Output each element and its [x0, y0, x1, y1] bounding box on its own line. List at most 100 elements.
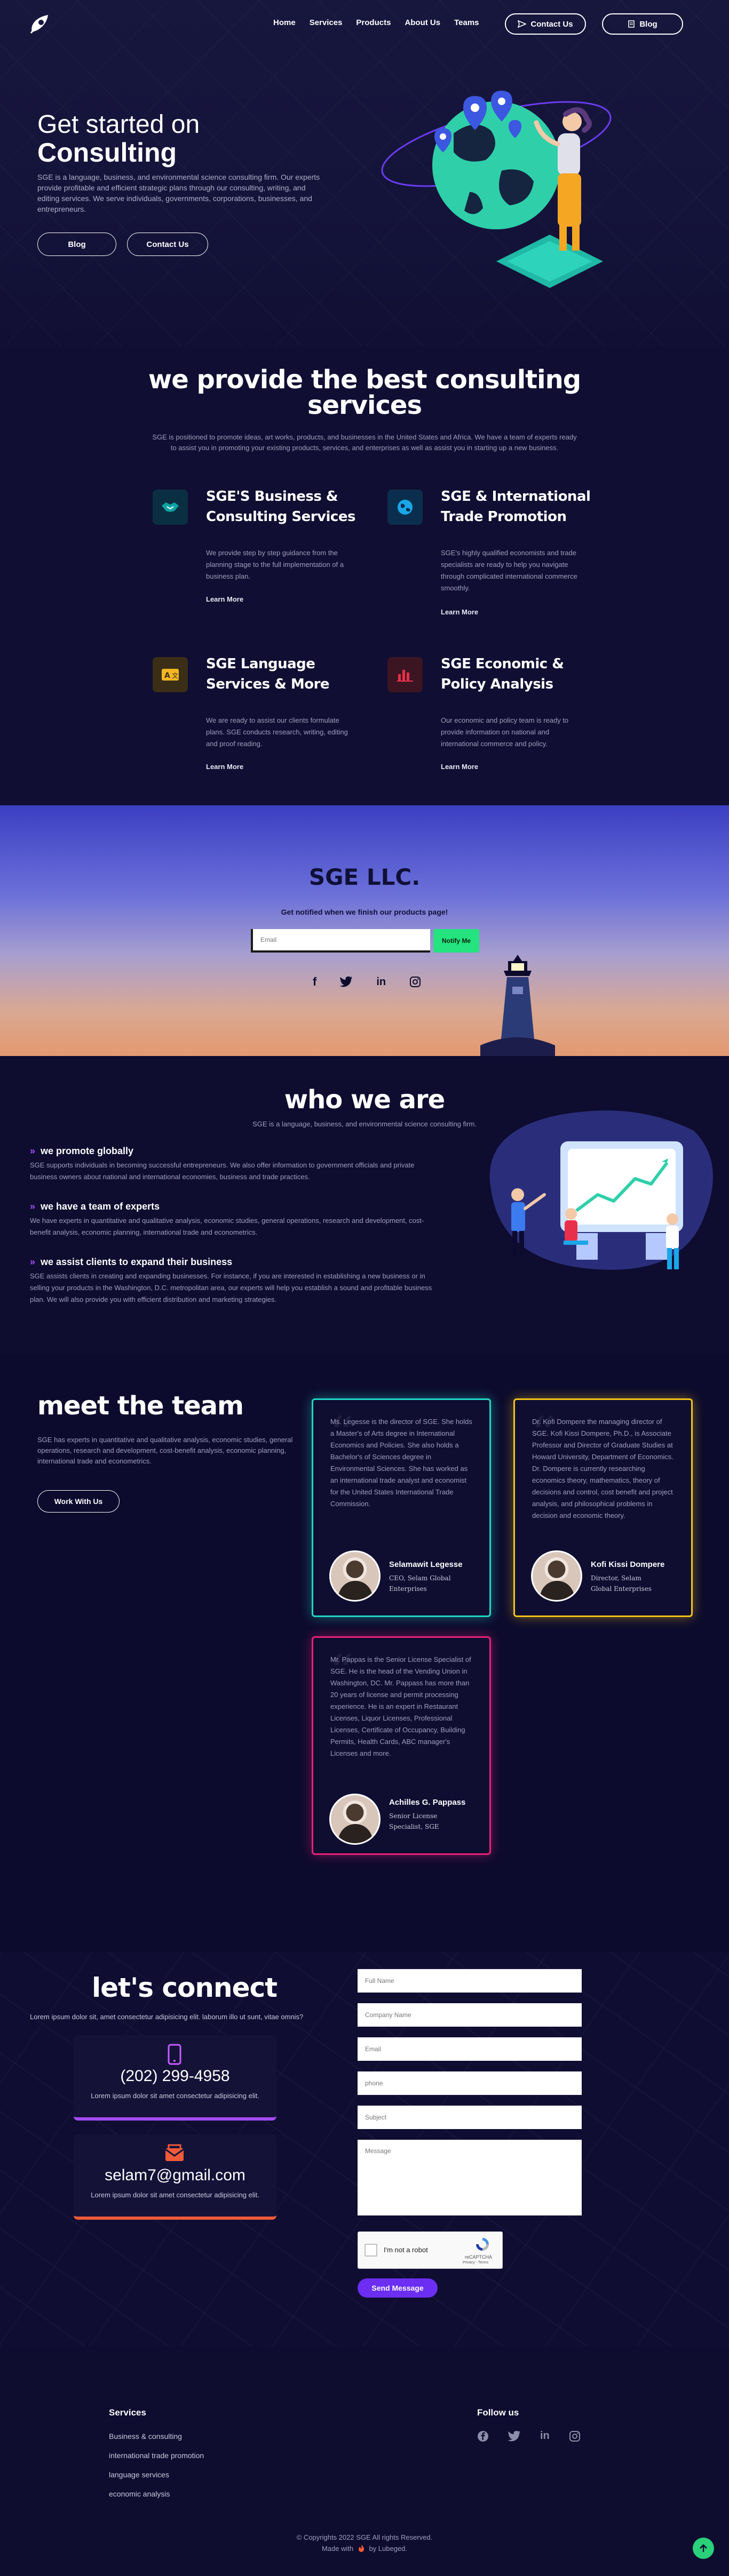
services-title: we provide the best consulting services — [0, 367, 729, 418]
message-textarea[interactable] — [358, 2140, 582, 2215]
linkedin-icon[interactable]: in — [540, 2430, 550, 2442]
contact-phone-caption: Lorem ipsum dolor sit amet consectetur a… — [91, 2092, 259, 2100]
who-item-text-expand: SGE assists clients in creating and expa… — [30, 1272, 432, 1303]
hero-title: Get started on Consulting — [37, 110, 200, 167]
bar-chart-icon — [387, 657, 423, 692]
nav-about-us[interactable]: About Us — [405, 18, 440, 27]
newsletter-subtitle: Get notified when we finish our products… — [281, 908, 448, 916]
arrow-up-icon — [700, 2544, 707, 2552]
avatar — [329, 1550, 381, 1602]
team-bio-dompere: Dr. Kofi Dompere the managing director o… — [532, 1418, 673, 1519]
newsletter-social-links: f in — [313, 975, 421, 989]
newsletter-section: SGE LLC. Get notified when we finish our… — [0, 805, 729, 1056]
service-text-language: We are ready to assist our clients formu… — [206, 716, 348, 748]
twitter-icon[interactable] — [340, 977, 353, 987]
logo-icon[interactable] — [28, 12, 52, 36]
recaptcha-brand: reCAPTCHA — [465, 2254, 493, 2260]
team-role-legesse: CEO, Selam Global Enterprises — [389, 1574, 451, 1593]
contact-phone[interactable]: (202) 299-4958 — [74, 2067, 276, 2085]
phone-icon — [168, 2044, 181, 2065]
service-title-business: SGE'S Business & Consulting Services — [206, 489, 355, 525]
footer-link-business[interactable]: Business & consulting — [109, 2432, 182, 2441]
service-text-economic: Our economic and policy team is ready to… — [441, 716, 569, 748]
who-item-title-experts: » we have a team of experts — [30, 1201, 160, 1212]
fire-icon — [358, 2545, 364, 2552]
who-item-text-experts: We have experts in quantitative and qual… — [30, 1217, 424, 1236]
facebook-icon[interactable]: f — [313, 975, 316, 989]
footer-link-economic[interactable]: economic analysis — [109, 2490, 170, 2498]
twitter-icon[interactable] — [508, 2430, 521, 2442]
team-role-pappass: Senior License Specialist, SGE — [389, 1812, 439, 1830]
who-we-are-section: who we are SGE is a language, business, … — [0, 1056, 729, 1355]
avatar — [531, 1550, 582, 1602]
facebook-icon[interactable] — [477, 2430, 489, 2442]
who-item-title-global: » we promote globally — [30, 1146, 134, 1156]
linkedin-icon[interactable]: in — [376, 976, 386, 988]
service-learn-more-business[interactable]: Learn More — [206, 595, 243, 603]
hero-contact-button[interactable]: Contact Us — [127, 233, 208, 256]
contact-subtitle: Lorem ipsum dolor sit, amet consectetur … — [30, 2013, 304, 2021]
subject-input[interactable] — [358, 2106, 582, 2129]
document-icon — [628, 20, 635, 28]
send-icon — [518, 20, 527, 28]
contact-title: let's connect — [92, 1972, 278, 2003]
full-name-input[interactable] — [358, 1969, 582, 1993]
newsletter-email-input[interactable] — [251, 929, 430, 953]
recaptcha-checkbox[interactable] — [364, 2244, 377, 2257]
instagram-icon[interactable] — [409, 976, 421, 988]
nav-teams[interactable]: Teams — [454, 18, 479, 27]
team-card-dompere: “ Dr. Kofi Dompere the managing director… — [513, 1398, 693, 1617]
nav-services[interactable]: Services — [310, 18, 343, 27]
chevron-right-icon: » — [30, 1257, 36, 1267]
send-message-button[interactable]: Send Message — [358, 2278, 438, 2298]
phone-input[interactable] — [358, 2071, 582, 2095]
chevron-right-icon: » — [30, 1201, 36, 1212]
service-text-trade: SGE's highly qualified economists and tr… — [441, 549, 577, 592]
service-learn-more-trade[interactable]: Learn More — [441, 608, 478, 616]
hero-section: Home Services Products About Us Teams Co… — [0, 0, 729, 347]
newsletter-title: SGE LLC. — [308, 864, 421, 890]
nav-contact-label: Contact Us — [530, 19, 573, 29]
footer-link-trade[interactable]: international trade promotion — [109, 2451, 204, 2460]
main-nav: Home Services Products About Us Teams — [273, 18, 493, 27]
nav-products[interactable]: Products — [356, 18, 391, 27]
mail-icon — [165, 2144, 184, 2161]
lighthouse-illustration — [480, 955, 555, 1056]
translate-icon: A文 — [153, 657, 188, 692]
service-learn-more-economic[interactable]: Learn More — [441, 763, 478, 771]
recaptcha-logo-icon — [476, 2238, 489, 2251]
contact-email[interactable]: selam7@gmail.com — [74, 2166, 276, 2185]
contact-email-caption: Lorem ipsum dolor sit amet consectetur a… — [91, 2191, 259, 2199]
back-to-top-button[interactable] — [693, 2538, 714, 2559]
services-section: we provide the best consulting services … — [0, 347, 729, 805]
footer-link-language[interactable]: language services — [109, 2470, 169, 2479]
email-input[interactable] — [358, 2037, 582, 2061]
hero-blog-button[interactable]: Blog — [37, 233, 116, 256]
avatar — [329, 1794, 381, 1845]
svg-text:文: 文 — [172, 671, 178, 679]
footer-copyright: © Copyrights 2022 SGE All rights Reserve… — [296, 2533, 433, 2541]
handshake-icon — [153, 490, 188, 525]
team-card-pappass: “ Mr. Pappas is the Senior License Speci… — [312, 1636, 491, 1855]
nav-blog-button[interactable]: Blog — [602, 13, 683, 35]
team-name-pappass: Achilles G. Pappass — [389, 1798, 466, 1807]
team-section: meet the team SGE has experts in quantit… — [0, 1355, 729, 1952]
chevron-right-icon: » — [30, 1146, 36, 1156]
work-with-us-button[interactable]: Work With Us — [37, 1490, 120, 1513]
hero-title-line1: Get started on — [37, 110, 200, 139]
hero-title-line2: Consulting — [37, 138, 177, 167]
recaptcha-label: I'm not a robot — [384, 2246, 428, 2254]
footer-services-heading: Services — [109, 2407, 146, 2418]
nav-home[interactable]: Home — [273, 18, 296, 27]
service-learn-more-language[interactable]: Learn More — [206, 763, 243, 771]
team-title: meet the team — [37, 1391, 244, 1421]
team-description: SGE has experts in quantitative and qual… — [37, 1436, 293, 1465]
nav-contact-button[interactable]: Contact Us — [505, 13, 586, 35]
who-item-title-expand: » we assist clients to expand their busin… — [30, 1257, 233, 1267]
team-bio-pappass: Mr. Pappas is the Senior License Special… — [330, 1655, 471, 1757]
notify-me-button[interactable]: Notify Me — [433, 929, 479, 953]
recaptcha-terms[interactable]: Privacy - Terms — [463, 2261, 488, 2265]
footer-made-with: Made with — [321, 2545, 354, 2553]
company-name-input[interactable] — [358, 2003, 582, 2027]
instagram-icon[interactable] — [569, 2430, 581, 2442]
